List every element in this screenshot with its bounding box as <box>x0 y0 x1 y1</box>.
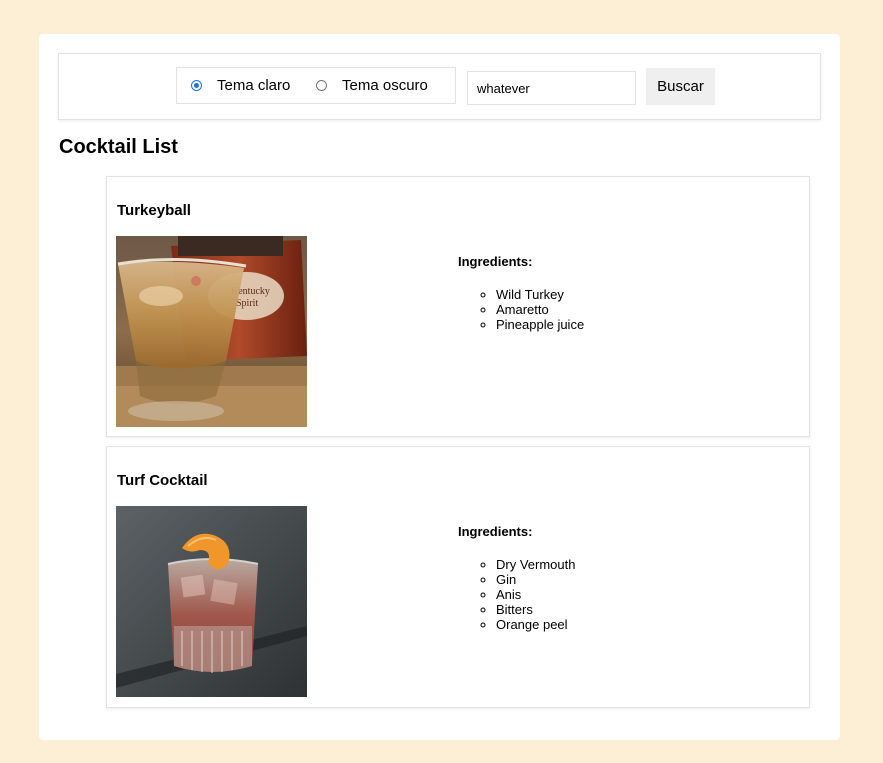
search-input[interactable] <box>467 71 636 105</box>
cocktail-photo: Kentucky Spirit <box>116 236 307 427</box>
ingredients-section: Ingredients: Wild Turkey Amaretto Pineap… <box>458 254 584 332</box>
cocktail-image <box>116 506 307 697</box>
ingredients-heading: Ingredients: <box>458 254 533 269</box>
ingredient-item: Dry Vermouth <box>496 557 575 572</box>
ingredients-section: Ingredients: Dry Vermouth Gin Anis Bitte… <box>458 524 575 632</box>
svg-text:Spirit: Spirit <box>236 298 258 309</box>
ingredient-item: Bitters <box>496 602 575 617</box>
ingredients-list: Dry Vermouth Gin Anis Bitters Orange pee… <box>458 557 575 632</box>
search-button[interactable]: Buscar <box>646 68 715 105</box>
ingredient-item: Amaretto <box>496 302 584 317</box>
ingredient-item: Orange peel <box>496 617 575 632</box>
cocktail-name: Turkeyball <box>117 202 191 219</box>
theme-dark-radio[interactable] <box>316 80 327 91</box>
ingredient-item: Pineapple juice <box>496 317 584 332</box>
theme-light-radio[interactable] <box>191 80 202 91</box>
theme-selector: Tema claro Tema oscuro <box>176 67 456 104</box>
cocktail-photo <box>116 506 307 697</box>
theme-dark-label[interactable]: Tema oscuro <box>342 77 428 95</box>
cocktail-name: Turf Cocktail <box>117 472 208 489</box>
page-title: Cocktail List <box>59 136 178 158</box>
ingredients-list: Wild Turkey Amaretto Pineapple juice <box>458 287 584 332</box>
ingredient-item: Gin <box>496 572 575 587</box>
cocktail-card: Turkeyball Kentucky Spirit Ingredients: … <box>106 176 810 437</box>
ingredient-item: Wild Turkey <box>496 287 584 302</box>
toolbar: Tema claro Tema oscuro Buscar <box>58 53 821 120</box>
cocktail-card: Turf Cocktail Ingredients: ◦ Dry Vermout… <box>106 446 810 708</box>
main-panel: Tema claro Tema oscuro Buscar Cocktail L… <box>39 34 840 740</box>
ingredient-item: Anis <box>496 587 575 602</box>
theme-light-label[interactable]: Tema claro <box>217 77 290 95</box>
cocktail-image: Kentucky Spirit <box>116 236 307 427</box>
ingredients-heading: Ingredients: <box>458 524 533 539</box>
